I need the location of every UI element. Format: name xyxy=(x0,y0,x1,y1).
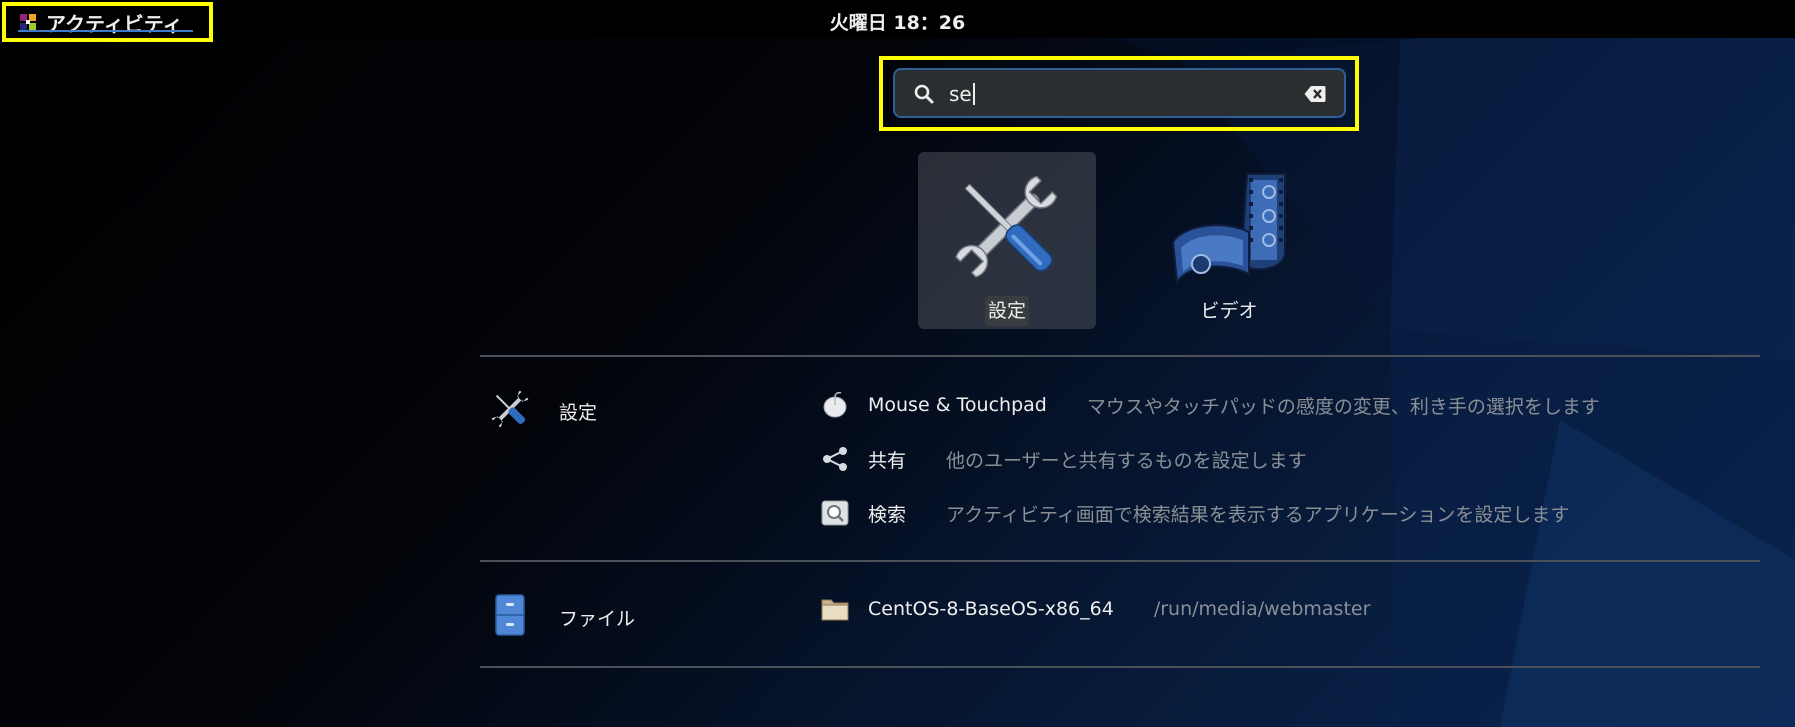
clear-search-icon[interactable] xyxy=(1304,85,1326,103)
app-tile-video[interactable]: ビデオ xyxy=(1140,152,1318,329)
search-icon xyxy=(914,84,934,104)
app-tile-settings[interactable]: 設定 xyxy=(918,152,1096,329)
share-icon xyxy=(823,447,847,471)
mouse-icon xyxy=(823,391,847,418)
clock[interactable]: 火曜日 18：26 xyxy=(0,8,1795,35)
provider-name-files: ファイル xyxy=(559,608,636,630)
result-description: アクティビティ画面で検索結果を表示するアプリケーションを設定します xyxy=(946,503,1570,526)
result-title: Mouse & Touchpad xyxy=(868,394,1047,416)
result-description: 他のユーザーと共有するものを設定します xyxy=(946,449,1307,472)
result-search[interactable]: 検索 アクティビティ画面で検索結果を表示するアプリケーションを設定します xyxy=(820,495,1569,531)
folder-icon xyxy=(821,599,849,621)
result-title: 検索 xyxy=(868,503,907,526)
video-film-icon xyxy=(1171,173,1286,285)
text-caret xyxy=(972,83,975,105)
result-sharing[interactable]: 共有 他のユーザーと共有するものを設定します xyxy=(820,441,1307,477)
search-value: se xyxy=(949,82,972,106)
result-centos-folder[interactable]: CentOS-8-BaseOS-x86_64 /run/media/webmas… xyxy=(820,591,1370,627)
section-separator xyxy=(480,666,1760,668)
search-input[interactable]: se xyxy=(893,68,1346,118)
settings-tools-icon[interactable] xyxy=(488,387,532,431)
result-title: 共有 xyxy=(868,449,907,472)
result-description: /run/media/webmaster xyxy=(1153,598,1371,620)
provider-name-settings: 設定 xyxy=(559,402,598,424)
settings-tools-icon xyxy=(955,175,1058,278)
result-title: CentOS-8-BaseOS-x86_64 xyxy=(868,598,1114,620)
result-description: マウスやタッチパッドの感度の変更、利き手の選択をします xyxy=(1086,395,1600,418)
app-label: ビデオ xyxy=(1200,300,1258,322)
section-separator xyxy=(480,355,1760,357)
section-separator xyxy=(480,560,1760,562)
search-settings-icon xyxy=(821,500,849,526)
file-cabinet-icon[interactable] xyxy=(488,593,532,637)
result-mouse-touchpad[interactable]: Mouse & Touchpad マウスやタッチパッドの感度の変更、利き手の選択… xyxy=(820,387,1600,423)
app-label: 設定 xyxy=(984,296,1029,326)
